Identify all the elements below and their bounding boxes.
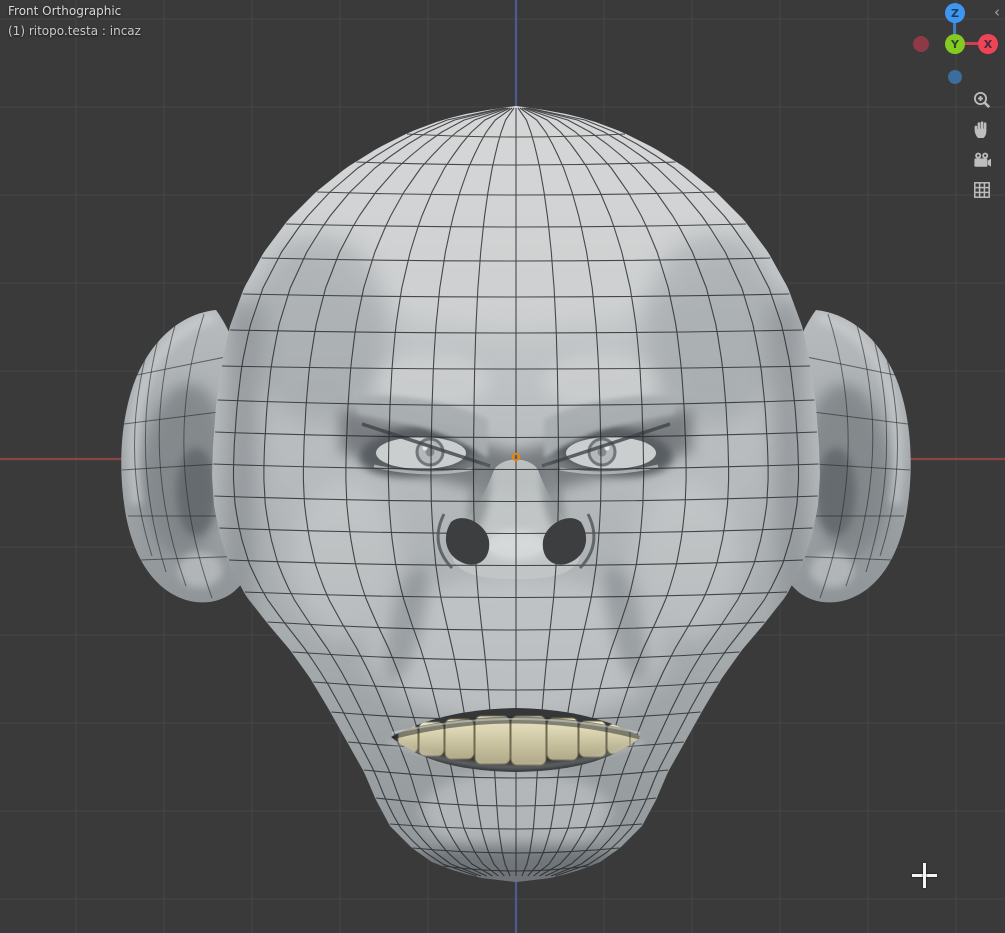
- sidebar-collapse-arrow-icon[interactable]: ‹: [994, 3, 1000, 21]
- zoom-icon[interactable]: [971, 89, 993, 111]
- viewport-canvas[interactable]: [0, 0, 1005, 933]
- gizmo-neg-z-ball[interactable]: [948, 70, 962, 84]
- gizmo-z-axis-ball[interactable]: Z: [945, 3, 965, 23]
- head-mesh[interactable]: [212, 100, 820, 900]
- gizmo-y-axis-ball[interactable]: Y: [945, 34, 965, 54]
- pan-hand-icon[interactable]: [971, 119, 993, 141]
- camera-view-icon[interactable]: [971, 150, 993, 172]
- gizmo-neg-x-ball[interactable]: [913, 36, 929, 52]
- gizmo-x-axis-ball[interactable]: X: [978, 34, 998, 54]
- grid-ortho-icon[interactable]: [971, 179, 993, 201]
- 3d-viewport[interactable]: Front Orthographic (1) ritopo.testa : in…: [0, 0, 1005, 933]
- gizmo-x-line: [965, 42, 979, 45]
